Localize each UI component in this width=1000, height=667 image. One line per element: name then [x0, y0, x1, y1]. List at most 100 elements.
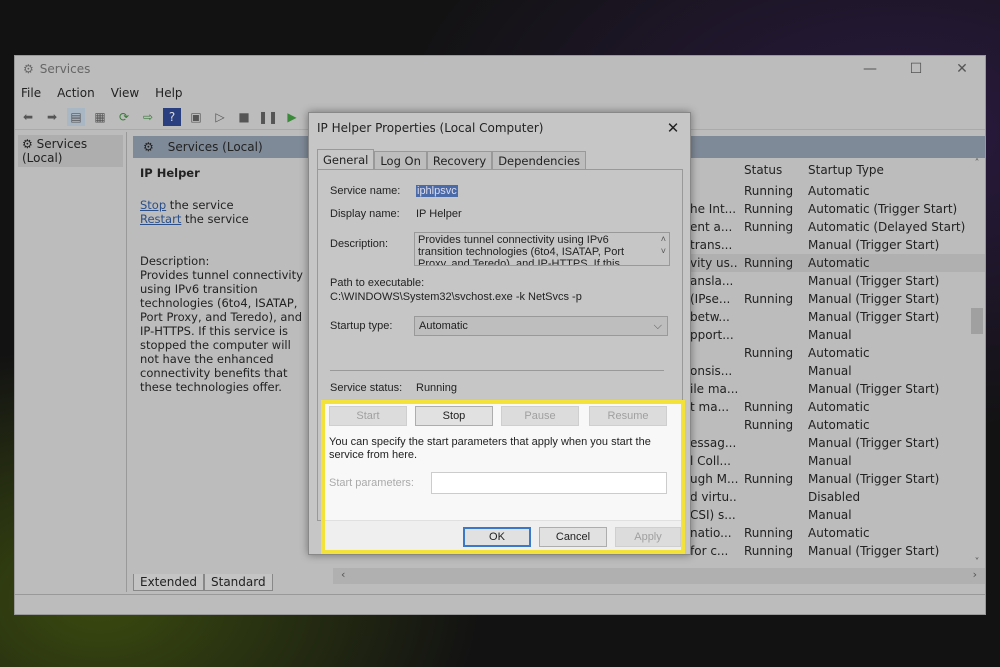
tab-recovery[interactable]: Recovery [426, 151, 493, 170]
view-tabs: Extended Standard [133, 574, 273, 591]
cell-status: Running [744, 292, 794, 306]
cell-startup: Manual (Trigger Start) [808, 310, 940, 324]
cell-desc: l Coll... [690, 454, 731, 468]
service-status-value: Running [416, 382, 457, 394]
resume-button[interactable]: Resume [589, 406, 667, 426]
startup-type-label: Startup type: [330, 320, 393, 332]
startup-type-select[interactable]: Automatic ⌵ [414, 316, 668, 336]
vertical-scrollbar[interactable]: ˄ ˅ [969, 158, 985, 568]
horizontal-scrollbar[interactable]: ‹ › [333, 568, 985, 584]
tab-standard[interactable]: Standard [204, 574, 273, 591]
table-row[interactable]: Running Automatic [688, 344, 985, 362]
gear-icon: ⚙ [22, 137, 37, 151]
table-row[interactable]: betw... Manual (Trigger Start) [688, 308, 985, 326]
close-button[interactable]: ✕ [939, 61, 985, 77]
resume-icon[interactable]: ▶ [283, 108, 301, 126]
table-row[interactable]: CSI) s... Manual [688, 506, 985, 524]
description-box[interactable]: Provides tunnel connectivity using IPv6 … [414, 232, 670, 266]
tab-extended[interactable]: Extended [133, 574, 204, 591]
cancel-button[interactable]: Cancel [539, 527, 607, 547]
cell-desc: trans... [690, 238, 733, 252]
cell-status: Running [744, 400, 794, 414]
start-params-input[interactable] [431, 472, 667, 494]
forward-icon[interactable]: ➡ [43, 108, 61, 126]
table-row[interactable]: he Int... Running Automatic (Trigger Start… [688, 200, 985, 218]
action-pane-icon[interactable]: ▣ [187, 108, 205, 126]
column-startup-type[interactable]: Startup Type [800, 163, 970, 177]
dialog-tabs: General Log On Recovery Dependencies [317, 149, 587, 170]
table-row[interactable]: vity us... Running Automatic [688, 254, 985, 272]
table-row[interactable]: ugh M... Running Manual (Trigger Start) [688, 470, 985, 488]
menu-file[interactable]: File [21, 86, 41, 100]
tab-dependencies[interactable]: Dependencies [492, 151, 587, 170]
table-row[interactable]: Running Automatic [688, 416, 985, 434]
console-tree-icon[interactable]: ▤ [67, 107, 85, 126]
ok-button[interactable]: OK [463, 527, 531, 547]
gear-icon: ⚙ [143, 140, 154, 154]
table-row[interactable]: t ma... Running Automatic [688, 398, 985, 416]
scroll-arrows-icon[interactable]: ˄ ˅ [661, 233, 666, 257]
table-row[interactable]: ansla... Manual (Trigger Start) [688, 272, 985, 290]
table-row[interactable]: onsis... Manual [688, 362, 985, 380]
table-row[interactable]: (IPse... Running Manual (Trigger Start) [688, 290, 985, 308]
table-row[interactable]: pport... Manual [688, 326, 985, 344]
tab-log-on[interactable]: Log On [374, 151, 427, 170]
cell-startup: Automatic [808, 256, 870, 270]
start-button[interactable]: Start [329, 406, 407, 426]
cell-startup: Automatic (Delayed Start) [808, 220, 966, 234]
back-icon[interactable]: ⬅ [19, 108, 37, 126]
service-name-value[interactable]: iphlpsvc [416, 185, 458, 197]
cell-startup: Manual (Trigger Start) [808, 472, 940, 486]
service-status-label: Service status: [330, 382, 403, 394]
apply-button[interactable]: Apply [615, 527, 681, 547]
restart-link[interactable]: Restart [140, 212, 181, 226]
cell-status: Running [744, 184, 794, 198]
properties-dialog: IP Helper Properties (Local Computer) ✕ … [308, 112, 691, 555]
maximize-button[interactable]: ☐ [893, 61, 939, 77]
play-icon[interactable]: ▷ [211, 108, 229, 126]
dialog-footer: OK Cancel Apply [325, 520, 681, 550]
cell-desc: (IPse... [690, 292, 731, 306]
menu-help[interactable]: Help [155, 86, 182, 100]
tab-general[interactable]: General [317, 149, 375, 170]
properties-icon[interactable]: ▦ [91, 108, 109, 126]
table-row[interactable]: Running Automatic [688, 182, 985, 200]
help-icon[interactable]: ? [163, 107, 181, 126]
chevron-down-icon: ⌵ [653, 320, 662, 332]
table-row[interactable]: ile ma... Manual (Trigger Start) [688, 380, 985, 398]
table-row[interactable]: natio... Running Automatic [688, 524, 985, 542]
pause-button[interactable]: Pause [501, 406, 579, 426]
menu-view[interactable]: View [111, 86, 139, 100]
dialog-title: IP Helper Properties (Local Computer) [317, 121, 544, 135]
table-row[interactable]: ent a... Running Automatic (Delayed Start) [688, 218, 985, 236]
cell-desc: vity us... [690, 256, 738, 270]
menu-bar: File Action View Help [15, 82, 985, 104]
cell-startup: Disabled [808, 490, 861, 504]
table-row[interactable]: d virtu... Disabled [688, 488, 985, 506]
cell-startup: Automatic [808, 346, 870, 360]
stop-icon[interactable]: ■ [235, 108, 253, 126]
tree-item-services-local[interactable]: ⚙ Services (Local) [18, 135, 123, 167]
table-row[interactable]: essag... Manual (Trigger Start) [688, 434, 985, 452]
path-label: Path to executable: [330, 277, 425, 289]
pause-icon[interactable]: ❚❚ [258, 108, 278, 126]
table-row[interactable]: trans... Manual (Trigger Start) [688, 236, 985, 254]
close-icon[interactable]: ✕ [656, 119, 690, 137]
stop-button[interactable]: Stop [415, 406, 493, 426]
column-status[interactable]: Status [738, 163, 800, 177]
console-tree: ⚙ Services (Local) [15, 132, 127, 592]
refresh-icon[interactable]: ⟳ [115, 108, 133, 126]
cell-desc: CSI) s... [690, 508, 736, 522]
cell-startup: Manual [808, 364, 852, 378]
table-row[interactable]: for c... Running Manual (Trigger Start) [688, 542, 985, 560]
cell-status: Running [744, 526, 794, 540]
window-title: Services [39, 62, 91, 76]
stop-link[interactable]: Stop [140, 198, 166, 212]
minimize-button[interactable]: — [847, 61, 893, 77]
cell-startup: Automatic [808, 526, 870, 540]
table-row[interactable]: l Coll... Manual [688, 452, 985, 470]
export-icon[interactable]: ⇨ [139, 108, 157, 126]
cell-desc: pport... [690, 328, 734, 342]
cell-startup: Automatic (Trigger Start) [808, 202, 958, 216]
menu-action[interactable]: Action [57, 86, 95, 100]
